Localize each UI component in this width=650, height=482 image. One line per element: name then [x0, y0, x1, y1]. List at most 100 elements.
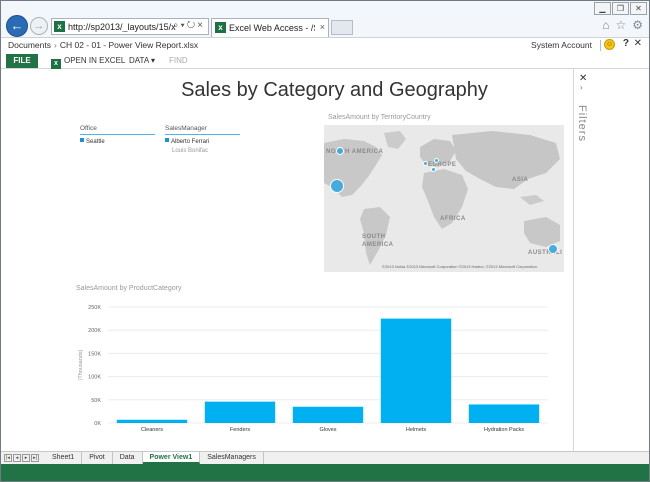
map-bubble[interactable] — [431, 167, 436, 172]
y-tick-label: 200K — [88, 328, 101, 334]
sheet-tabs: Sheet1 Pivot Data Power View1 SalesManagers — [45, 452, 264, 464]
map-label-asia: ASIA — [512, 177, 529, 183]
prev-sheet-icon[interactable]: ◂ — [13, 454, 21, 462]
first-sheet-icon[interactable]: |◂ — [4, 454, 12, 462]
chart-title: SalesAmount by ProductCategory — [76, 285, 182, 292]
data-menu-label: DATA — [129, 56, 149, 65]
excel-logo-icon: x — [51, 59, 61, 69]
map-title: SalesAmount by TerritoryCountry — [328, 114, 431, 121]
bar[interactable] — [116, 419, 188, 423]
help-icon[interactable]: ? — [623, 38, 629, 49]
breadcrumb-documents[interactable]: Documents — [8, 40, 51, 50]
file-button[interactable]: FILE — [6, 54, 38, 68]
bar[interactable] — [292, 406, 364, 423]
next-sheet-icon[interactable]: ▸ — [22, 454, 30, 462]
map-bubble[interactable] — [423, 161, 428, 166]
browser-chrome: ▁ ❐ ✕ ← → x http://sp2013/_layouts/15/xl… — [1, 1, 649, 38]
selected-square-icon — [165, 138, 169, 142]
restore-button[interactable]: ❐ — [612, 2, 629, 15]
favorites-icon[interactable]: ☆ — [615, 18, 626, 32]
y-tick-label: 250K — [88, 305, 101, 311]
salesmanager-slicer: SalesManager Alberto Ferrari Louis Bonif… — [165, 125, 240, 154]
slicer-item[interactable]: Seattle — [80, 138, 155, 145]
office-slicer: Office Seattle — [80, 125, 155, 145]
expand-filters-icon[interactable]: › — [580, 83, 583, 92]
filters-label[interactable]: Filters — [576, 105, 588, 142]
bar[interactable] — [468, 404, 540, 423]
slicer-header: Office — [80, 125, 155, 135]
bar-chart: 0K 50K 100K 150K 200K 250K (Thousands) Cleaners… — [78, 305, 548, 433]
tab-title: Excel Web Access - /Shared... — [229, 23, 315, 33]
y-tick-label: 50K — [91, 398, 101, 404]
search-icon[interactable]: ⌕ — [173, 20, 181, 31]
x-tick-label: Hydration Packs — [484, 427, 524, 433]
slicer-item[interactable]: Alberto Ferrari — [165, 138, 240, 145]
map-label-africa: AFRICA — [440, 216, 466, 222]
map-label-north-america: NORTH AMERICA — [326, 149, 384, 155]
filters-pane: ✕ › Filters — [573, 69, 649, 451]
y-tick-label: 150K — [88, 351, 101, 357]
map-bubble[interactable] — [434, 158, 439, 163]
close-icon[interactable]: × — [197, 20, 205, 31]
excel-favicon-icon: x — [54, 21, 65, 32]
home-icon[interactable]: ⌂ — [602, 18, 609, 32]
y-tick-label: 100K — [88, 375, 101, 381]
selected-square-icon — [80, 138, 84, 142]
map-copyright: ©2013 Nokia ©2013 Microsoft Corporation … — [382, 264, 537, 269]
map-bubble[interactable] — [548, 244, 558, 254]
bar[interactable] — [204, 401, 276, 423]
address-bar[interactable]: x http://sp2013/_layouts/15/xlviewe ⌕▾↻× — [51, 18, 209, 35]
close-app-icon[interactable]: ✕ — [634, 38, 642, 49]
settings-gear-icon[interactable]: ⚙ — [632, 18, 643, 32]
x-tick-label: Cleaners — [141, 427, 163, 433]
world-map[interactable]: NORTH AMERICA EUROPE ASIA AFRICA SOUTH A… — [324, 125, 564, 272]
window-controls: ▁ ❐ ✕ — [593, 2, 647, 15]
browser-tab-active[interactable]: x Excel Web Access - /Shared... × — [211, 18, 329, 37]
sheet-tab[interactable]: Power View1 — [142, 452, 201, 464]
address-actions: ⌕▾↻× — [173, 20, 205, 31]
x-tick-label: Fenders — [230, 427, 250, 433]
forward-button[interactable]: → — [30, 17, 48, 35]
header-divider — [600, 40, 601, 51]
map-bubble[interactable] — [330, 179, 344, 193]
slicer-item-label: Louis Bonifac — [172, 148, 209, 154]
chevron-down-icon: ▾ — [150, 56, 155, 65]
close-window-button[interactable]: ✕ — [630, 2, 647, 15]
sheet-tab[interactable]: Pivot — [82, 452, 113, 464]
url-text: http://sp2013/_layouts/15/xlviewe — [68, 22, 176, 32]
refresh-icon[interactable]: ↻ — [187, 20, 197, 31]
slicer-item[interactable]: Louis Bonifac — [165, 148, 240, 154]
back-button[interactable]: ← — [6, 15, 28, 37]
power-view-canvas: Sales by Category and Geography Office S… — [2, 69, 573, 451]
feedback-smiley-icon[interactable]: ☺ — [604, 39, 615, 50]
slicer-item-label: Seattle — [86, 139, 105, 145]
x-tick-label: Helmets — [406, 427, 426, 433]
map-label-south-america: SOUTH AMERICA — [362, 234, 394, 248]
find-button[interactable]: FIND — [169, 56, 188, 65]
slicer-header: SalesManager — [165, 125, 240, 135]
map-bubble[interactable] — [336, 147, 344, 155]
sheet-tab[interactable]: Data — [113, 452, 143, 464]
excel-tab-icon: x — [215, 22, 226, 33]
sheet-tab[interactable]: Sheet1 — [45, 452, 83, 464]
sheet-nav-buttons: |◂ ◂ ▸ ▸| — [4, 454, 39, 462]
sheet-tab[interactable]: SalesManagers — [200, 452, 264, 464]
y-tick-label: 0K — [94, 421, 101, 427]
sheet-tab-bar: |◂ ◂ ▸ ▸| Sheet1 Pivot Data Power View1 Sale… — [1, 451, 649, 464]
browser-window: ▁ ❐ ✕ ← → x http://sp2013/_layouts/15/xl… — [0, 0, 650, 482]
browser-toolbar-icons: ⌂ ☆ ⚙ — [602, 18, 643, 32]
account-name[interactable]: System Account — [531, 40, 592, 50]
bar[interactable] — [380, 318, 452, 423]
open-in-excel-button[interactable]: x OPEN IN EXCEL — [51, 56, 125, 69]
tab-close-icon[interactable]: × — [320, 22, 325, 32]
sharepoint-header: Documents › CH 02 - 01 - Power View Report… — [1, 38, 649, 53]
new-tab-button[interactable] — [331, 20, 353, 35]
minimize-button[interactable]: ▁ — [594, 2, 611, 15]
last-sheet-icon[interactable]: ▸| — [31, 454, 39, 462]
breadcrumb-separator-icon: › — [54, 40, 57, 50]
open-in-excel-label: OPEN IN EXCEL — [64, 56, 126, 65]
status-bar — [1, 464, 649, 481]
data-menu-button[interactable]: DATA ▾ — [129, 56, 155, 65]
slicer-item-label: Alberto Ferrari — [171, 139, 210, 145]
excel-ribbon: FILE x OPEN IN EXCEL DATA ▾ FIND — [1, 53, 649, 69]
